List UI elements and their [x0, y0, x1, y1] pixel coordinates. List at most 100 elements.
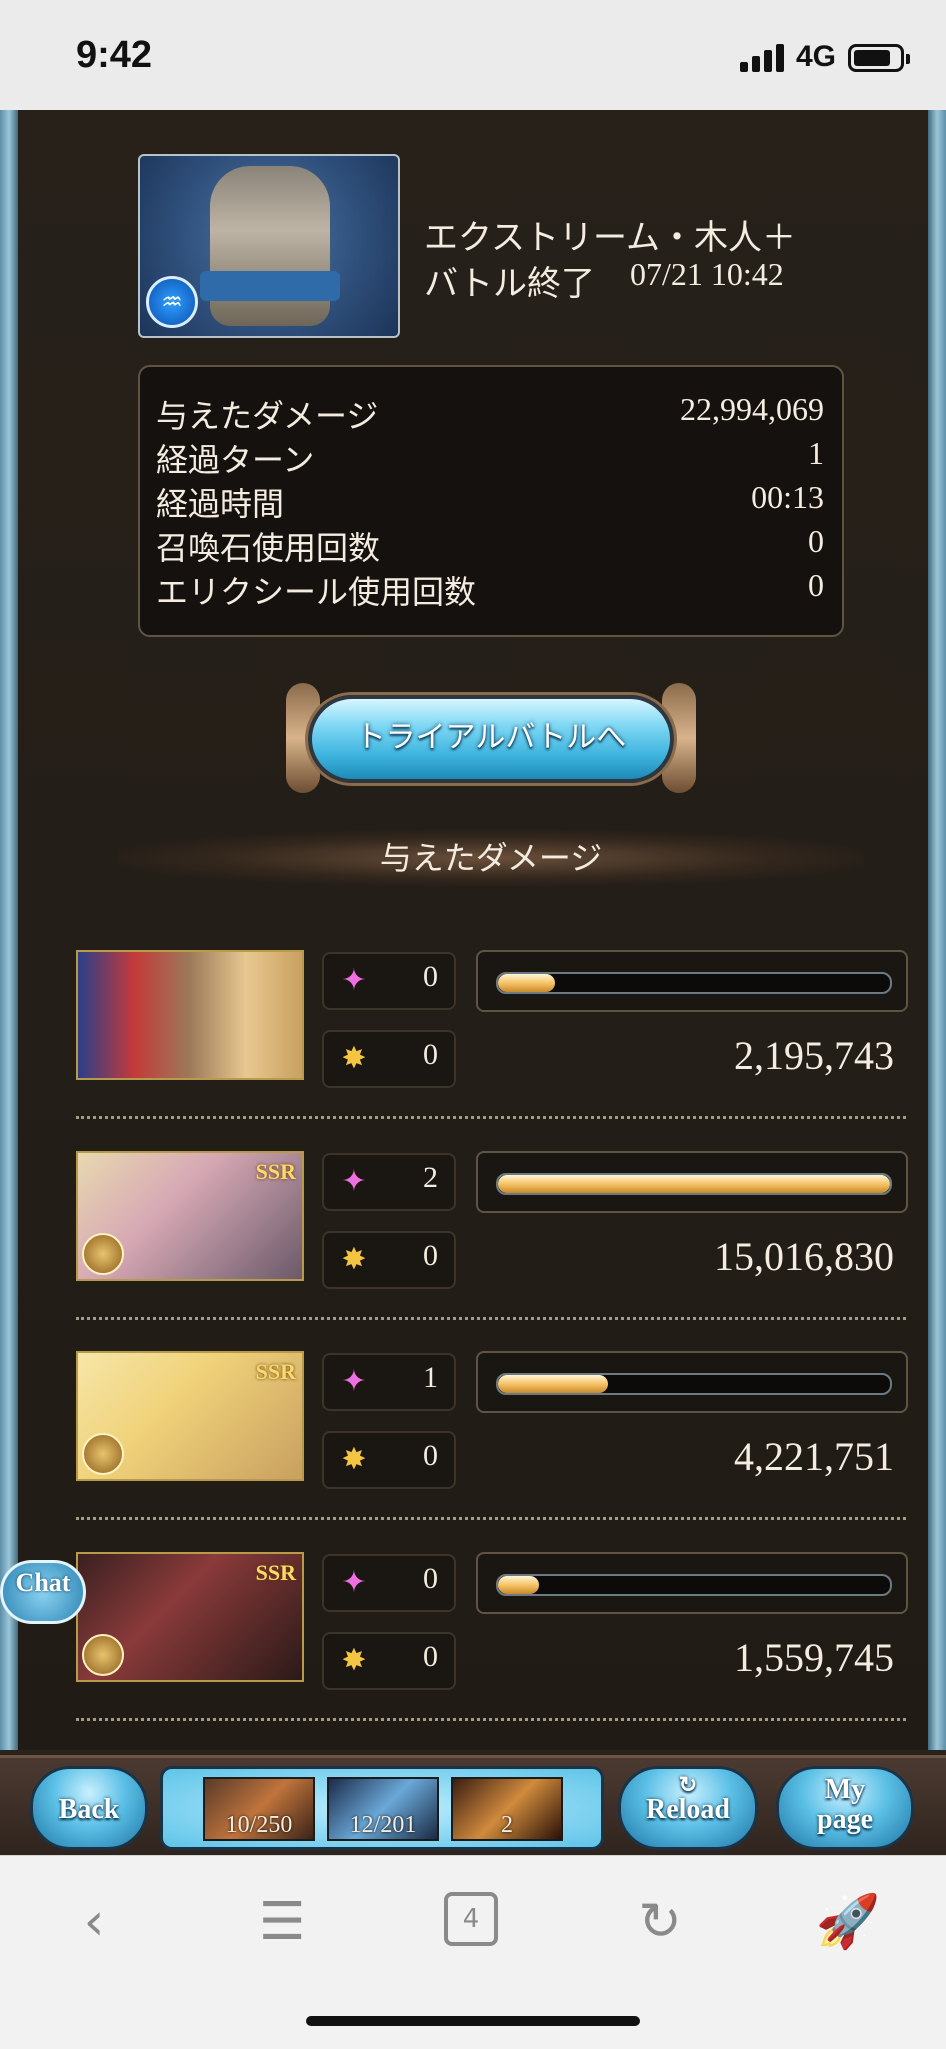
stat-row: 与えたダメージ 22,994,069: [156, 391, 824, 435]
row-divider: [76, 1718, 906, 1721]
stat-label: 召喚石使用回数: [156, 529, 381, 567]
trial-battle-button[interactable]: トライアルバトルへ: [308, 695, 674, 783]
damage-bar-fill: [498, 1175, 890, 1193]
frame-right: [928, 110, 946, 1750]
stat-value: 0: [808, 523, 824, 559]
chain-counter: ✸ 0: [322, 1632, 456, 1690]
status-bar: 9:42 4G: [0, 0, 946, 110]
chain-count: 0: [423, 1239, 438, 1272]
boss-figure: [210, 166, 330, 326]
ougi-star-icon: ✦: [341, 963, 367, 998]
stat-row: 経過ターン 1: [156, 435, 824, 479]
refresh-icon[interactable]: ↻: [620, 1882, 700, 1962]
water-element-icon: ♒: [146, 276, 198, 328]
reload-label: Reload: [646, 1794, 730, 1825]
chain-counter: ✸ 0: [322, 1030, 456, 1088]
character-row: SSR ✦ 2 ✸ 0 15,016,830: [76, 1151, 908, 1351]
damage-value: 1,559,745: [734, 1635, 894, 1680]
damage-value: 4,221,751: [734, 1434, 894, 1479]
chain-count: 0: [423, 1640, 438, 1673]
ougi-count: 0: [423, 960, 438, 993]
character-portrait[interactable]: SSR: [76, 1151, 304, 1281]
rarity-badge: SSR: [255, 1560, 296, 1585]
stat-label: 経過時間: [156, 485, 285, 523]
rarity-badge: SSR: [255, 1159, 296, 1184]
chat-button[interactable]: Chat: [0, 1560, 86, 1624]
back-label: Back: [58, 1794, 120, 1825]
item-slot[interactable]: 12/201: [327, 1777, 439, 1841]
character-portrait[interactable]: SSR: [76, 1552, 304, 1682]
stat-row: エリクシール使用回数 0: [156, 567, 824, 611]
damage-bar-track: [496, 1173, 892, 1195]
item-count: 12/201: [349, 1812, 417, 1838]
chain-burst-icon: ✸: [341, 1643, 367, 1678]
cellular-signal-icon: [740, 44, 788, 72]
boss-armor: [200, 271, 340, 301]
chain-counter: ✸ 0: [322, 1231, 456, 1289]
element-badge-icon: [82, 1233, 124, 1275]
ougi-counter: ✦ 1: [322, 1353, 456, 1411]
trial-battle-label: トライアルバトルへ: [355, 720, 627, 755]
stat-value: 22,994,069: [680, 391, 824, 427]
chain-count: 0: [423, 1439, 438, 1472]
character-portrait[interactable]: [76, 950, 304, 1080]
reload-icon: ↻: [678, 1772, 698, 1797]
item-slot[interactable]: 2: [451, 1777, 563, 1841]
stat-value: 0: [808, 567, 824, 603]
ougi-counter: ✦ 0: [322, 1554, 456, 1612]
character-row: ✦ 0 ✸ 0 2,195,743: [76, 950, 908, 1150]
chat-label: Chat: [15, 1568, 71, 1597]
damage-bar-track: [496, 1373, 892, 1395]
item-slot[interactable]: 10/250: [203, 1777, 315, 1841]
damage-bar: [476, 1552, 908, 1614]
character-portrait[interactable]: SSR: [76, 1351, 304, 1481]
row-divider: [76, 1116, 906, 1119]
stat-label: エリクシール使用回数: [156, 573, 477, 611]
damage-bar: [476, 950, 908, 1012]
damage-bar-track: [496, 1574, 892, 1596]
character-row: SSR ✦ 1 ✸ 0 4,221,751: [76, 1351, 908, 1551]
chain-burst-icon: ✸: [341, 1442, 367, 1477]
back-chevron-icon[interactable]: ‹: [54, 1882, 134, 1962]
home-indicator: [306, 2016, 640, 2026]
damage-value: 2,195,743: [734, 1033, 894, 1078]
rarity-badge: SSR: [255, 1359, 296, 1384]
section-title-text: 与えたダメージ: [379, 839, 603, 877]
browser-toolbar: ‹ ☰ 4 ↻ 🚀: [0, 1855, 946, 2049]
stat-row: 経過時間 00:13: [156, 479, 824, 523]
row-divider: [76, 1517, 906, 1520]
ougi-counter: ✦ 2: [322, 1153, 456, 1211]
mypage-button[interactable]: My page: [776, 1766, 914, 1850]
item-tray: 10/250 12/201 2: [160, 1766, 604, 1850]
stat-row: 召喚石使用回数 0: [156, 523, 824, 567]
tabs-button[interactable]: 4: [444, 1892, 498, 1946]
stat-label: 経過ターン: [156, 441, 315, 479]
damage-bar: [476, 1151, 908, 1213]
boss-portrait: ♒: [138, 154, 400, 338]
battery-icon: [848, 44, 910, 72]
ougi-star-icon: ✦: [341, 1364, 367, 1399]
stat-value: 1: [808, 435, 824, 471]
ougi-star-icon: ✦: [341, 1164, 367, 1199]
reload-button[interactable]: ↻ Reload: [618, 1766, 758, 1850]
character-row: SSR ✦ 0 ✸ 0 1,559,745: [76, 1552, 908, 1752]
ougi-count: 0: [423, 1562, 438, 1595]
ougi-star-icon: ✦: [341, 1565, 367, 1600]
boss-name: エクストリーム・木人＋: [424, 218, 796, 258]
ougi-counter: ✦ 0: [322, 952, 456, 1010]
chain-burst-icon: ✸: [341, 1242, 367, 1277]
stat-value: 00:13: [751, 479, 824, 515]
section-title: 与えたダメージ: [118, 830, 864, 886]
ougi-count: 2: [423, 1161, 438, 1194]
damage-bar-track: [496, 972, 892, 994]
menu-icon[interactable]: ☰: [242, 1882, 322, 1962]
mypage-label-line2: page: [817, 1804, 873, 1835]
result-panel: ♒ エクストリーム・木人＋ バトル終了 07/21 10:42 与えたダメージ …: [18, 110, 928, 1750]
rocket-icon[interactable]: 🚀: [808, 1882, 888, 1962]
damage-bar: [476, 1351, 908, 1413]
ougi-count: 1: [423, 1361, 438, 1394]
battle-datetime: 07/21 10:42: [630, 256, 784, 292]
mypage-label-line1: My: [824, 1774, 866, 1805]
back-button[interactable]: Back: [30, 1766, 148, 1850]
battle-status: バトル終了: [424, 264, 596, 304]
